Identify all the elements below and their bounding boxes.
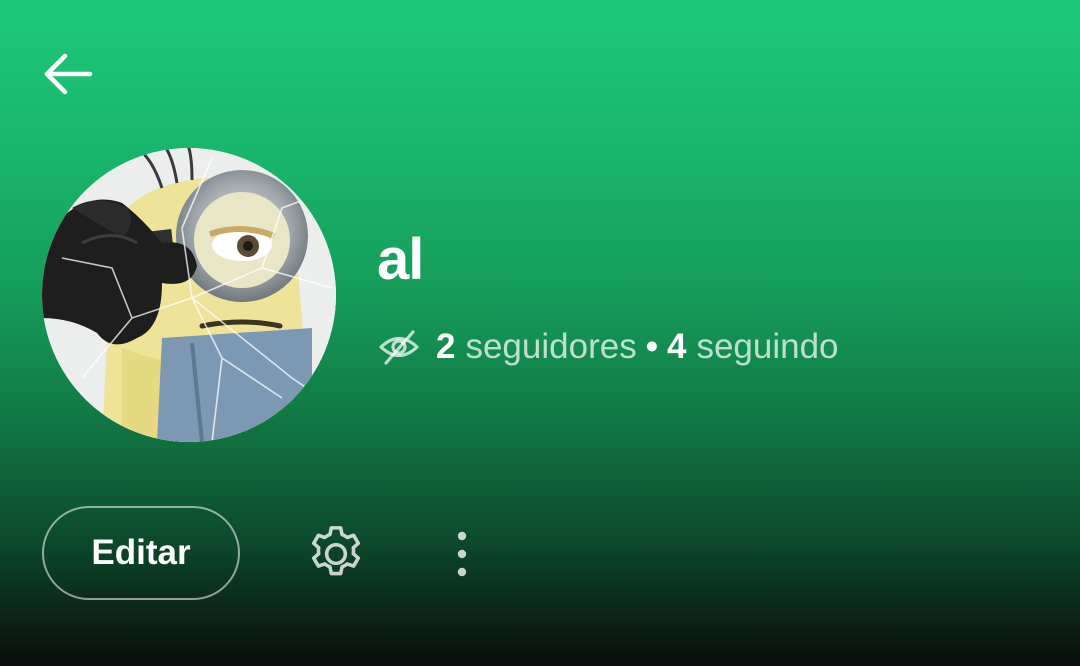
- follow-stats: 2 seguidores • 4 seguindo: [378, 322, 839, 372]
- eye-off-icon: [378, 326, 420, 368]
- profile-screen: al 2 seguidores • 4 seguindo Editar: [0, 0, 1080, 666]
- followers-count[interactable]: 2: [436, 322, 455, 372]
- more-options-button[interactable]: [432, 518, 492, 590]
- back-button[interactable]: [38, 44, 98, 104]
- following-label[interactable]: seguindo: [696, 322, 838, 372]
- following-count[interactable]: 4: [667, 322, 686, 372]
- avatar-image: [42, 148, 336, 442]
- stats-separator: •: [645, 327, 658, 366]
- followers-label[interactable]: seguidores: [465, 322, 636, 372]
- arrow-left-icon: [44, 53, 93, 95]
- avatar: [42, 148, 336, 442]
- edit-profile-button[interactable]: Editar: [42, 506, 240, 600]
- more-vertical-icon: [457, 531, 467, 577]
- profile-name: al: [377, 227, 424, 292]
- gear-icon: [311, 526, 361, 576]
- settings-button[interactable]: [300, 518, 372, 590]
